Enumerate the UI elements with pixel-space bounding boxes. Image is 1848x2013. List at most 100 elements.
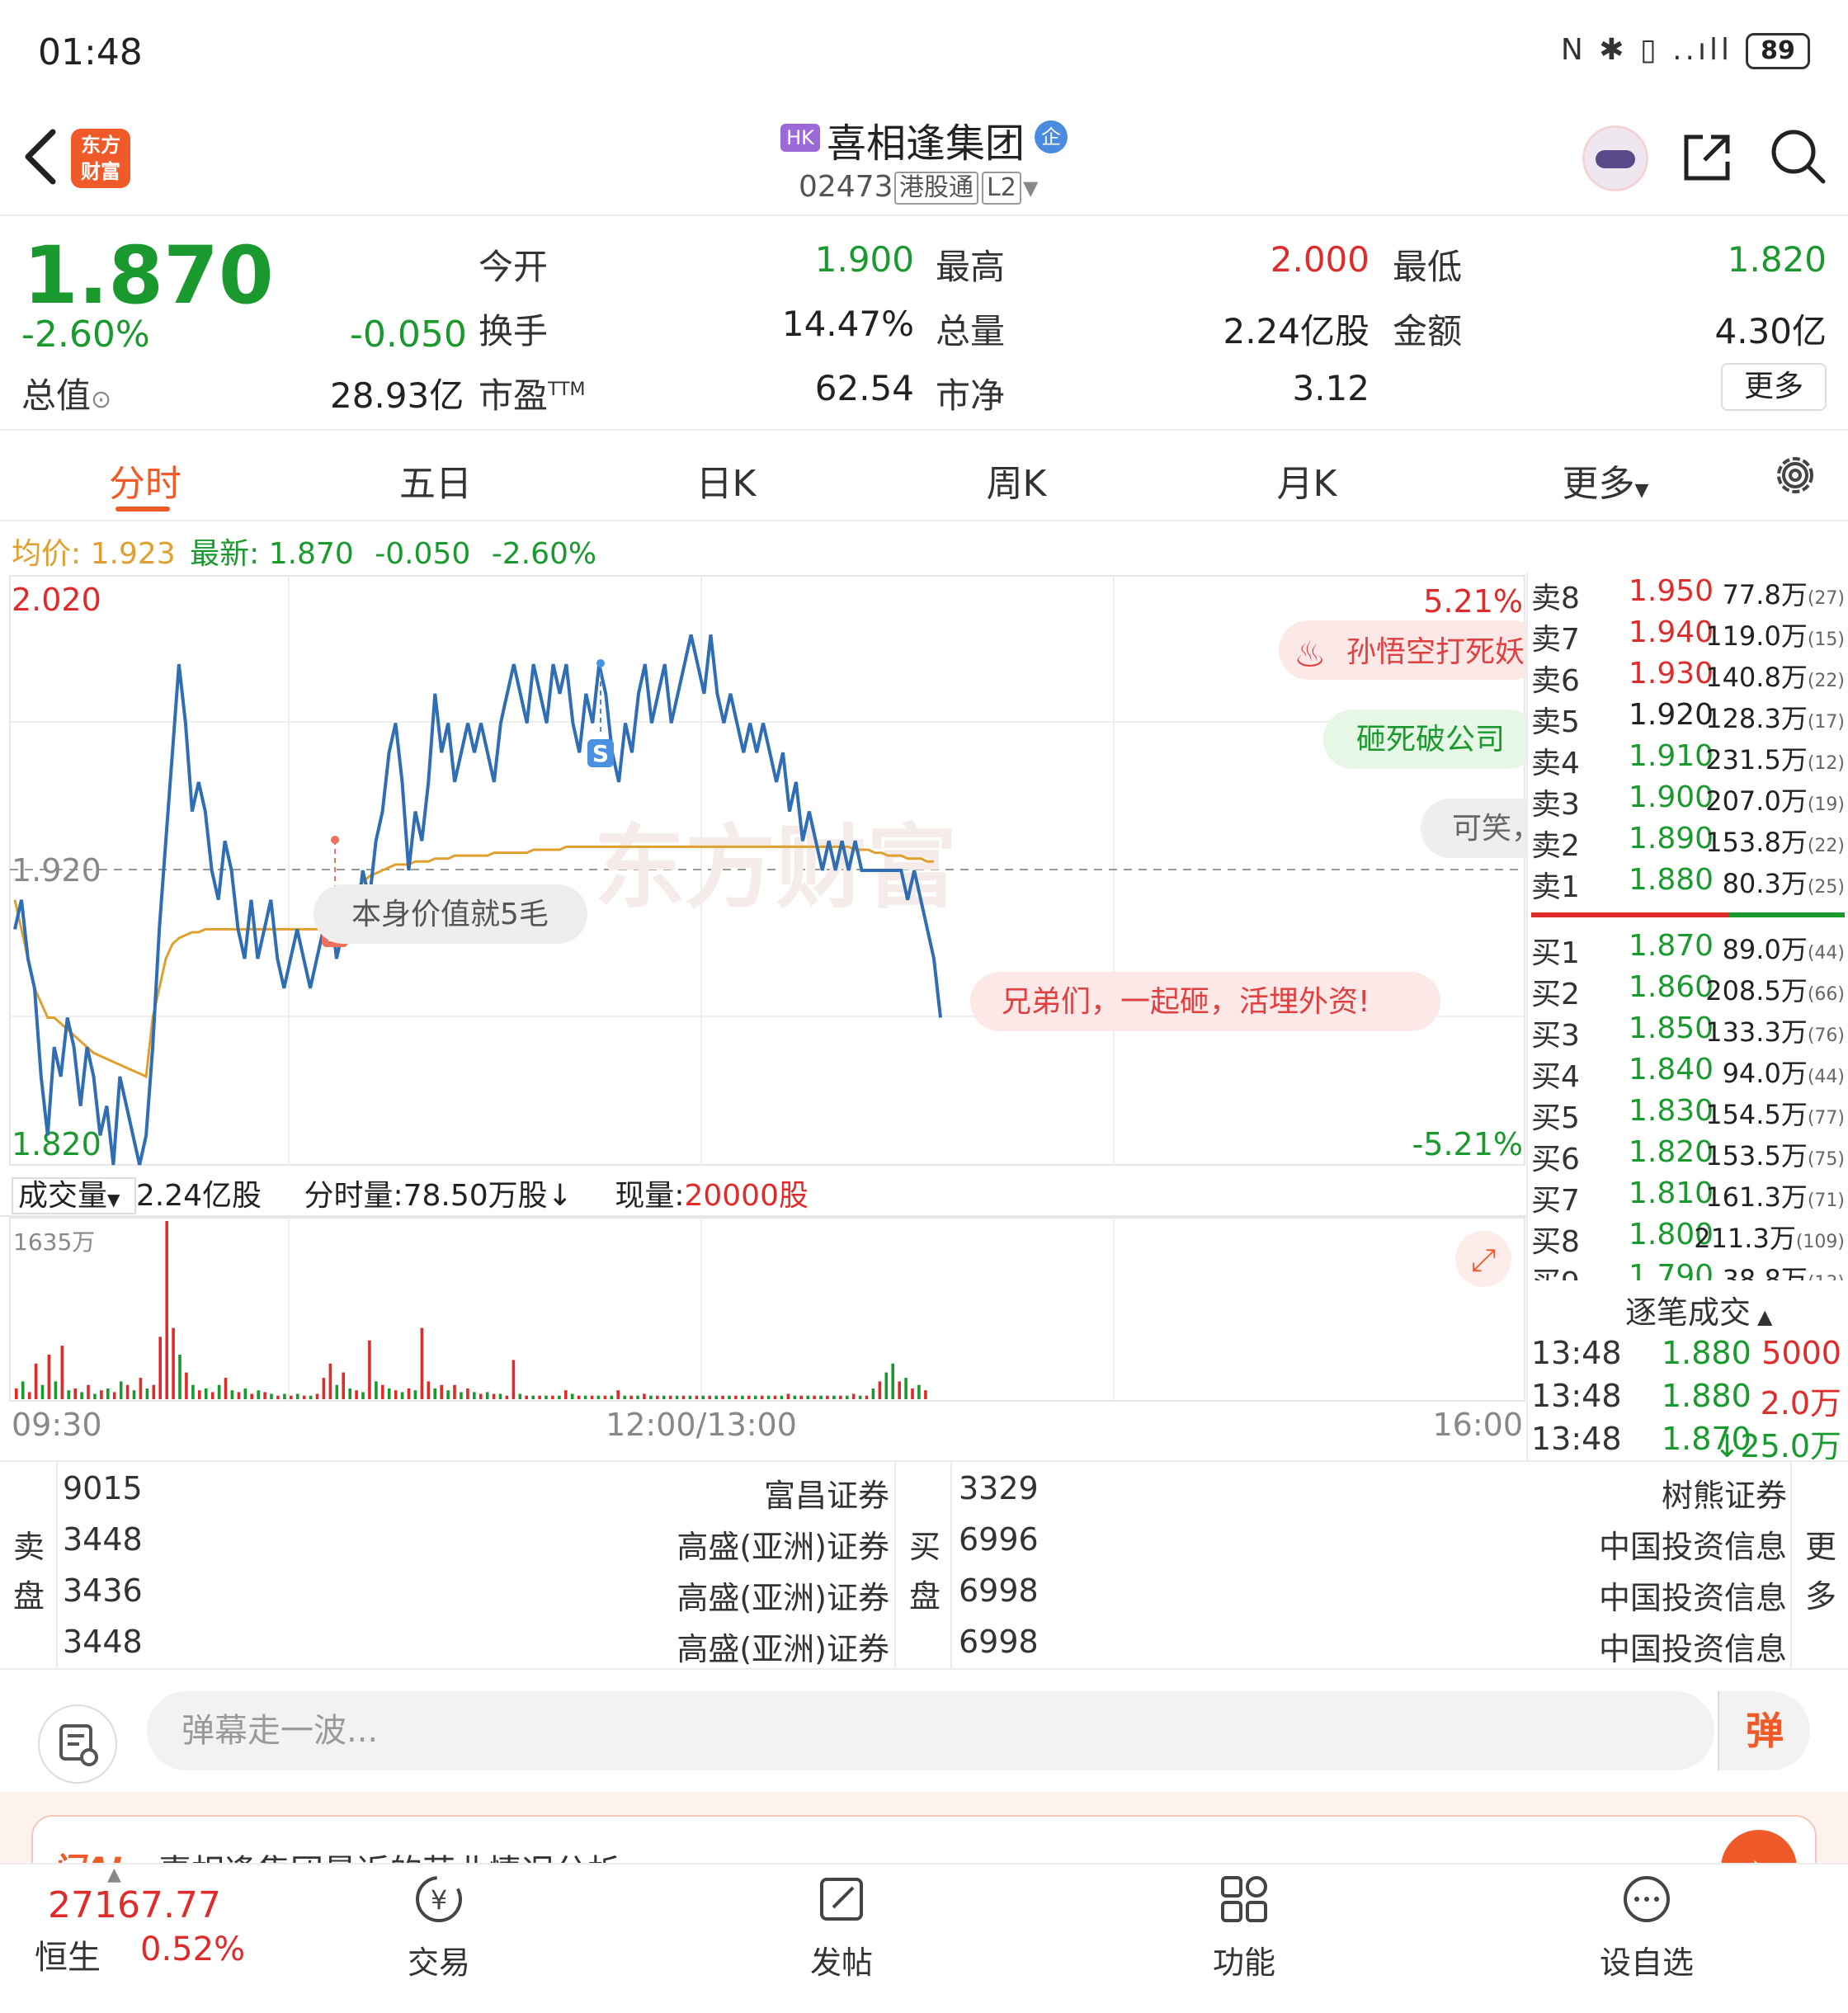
ob-volume: 89.0万(44) [1723, 929, 1845, 967]
bid-row[interactable]: 买7 1.810 161.3万(71) [1531, 1176, 1845, 1218]
volume-bar [741, 1395, 744, 1399]
volume-selector[interactable]: 成交量▼ [12, 1177, 136, 1214]
volume-bar [596, 1395, 601, 1399]
ob-price: 1.940 [1629, 615, 1714, 649]
bid-row[interactable]: 买3 1.850 133.3万(76) [1531, 1011, 1845, 1053]
sell-broker-name[interactable]: 高盛(亚洲)证券 [592, 1624, 889, 1669]
broker-more-label-2: 多 [1805, 1578, 1837, 1615]
ask-row[interactable]: 卖4 1.910 231.5万(12) [1531, 739, 1845, 780]
ob-order-count: (66) [1807, 984, 1845, 1005]
ob-price: 1.870 [1629, 929, 1714, 963]
ask-row[interactable]: 卖8 1.950 77.8万(27) [1531, 574, 1845, 615]
nav-functions[interactable]: 功能 [1178, 1873, 1310, 1982]
market-cap-label[interactable]: 总值⊙ [21, 368, 111, 418]
danmaku-text: 兄弟们，一起砸，活埋外资! [1002, 985, 1370, 1019]
buy-broker-name[interactable]: 中国投资信息 [1490, 1624, 1787, 1669]
tab-monthly-k[interactable]: 月K [1224, 454, 1389, 507]
volume-bar [210, 1392, 214, 1399]
ask-row[interactable]: 卖5 1.920 128.3万(17) [1531, 698, 1845, 739]
volume-bar [283, 1393, 286, 1399]
tick-row: 13:48 1.880 2.0万 [1531, 1378, 1845, 1421]
ob-level-label: 卖1 [1531, 870, 1580, 904]
tab-weekly-k[interactable]: 周K [934, 454, 1099, 507]
bid-row[interactable]: 买9 1.790 38.8万(13) [1531, 1259, 1845, 1280]
buy-broker-name[interactable]: 树熊证券 [1490, 1470, 1787, 1516]
bid-row[interactable]: 买4 1.840 94.0万(44) [1531, 1053, 1845, 1094]
app-logo[interactable]: 东方 财富 [71, 129, 130, 188]
bottom-nav [0, 1863, 1848, 2013]
ob-volume-value: 154.5万 [1705, 1099, 1808, 1130]
volume-bar [891, 1363, 894, 1399]
more-button[interactable]: 更多 [1721, 363, 1827, 411]
share-icon[interactable] [1680, 130, 1734, 185]
trade-icon: ¥ [416, 1876, 462, 1922]
buy-broker-name[interactable]: 中国投资信息 [1490, 1572, 1787, 1618]
volume-bar [243, 1388, 248, 1399]
buy-side-label-1: 买 [909, 1529, 941, 1565]
tab-more-label: 更多 [1562, 463, 1635, 505]
volume-bar [237, 1392, 241, 1399]
y-tick-mid: 1.920 [12, 852, 101, 889]
divider [0, 1668, 1848, 1670]
tick-trades-header[interactable]: 逐笔成交 ▲ [1625, 1287, 1772, 1332]
bid-row[interactable]: 买1 1.870 89.0万(44) [1531, 929, 1845, 970]
status-icons: N ✱ ▯ ..ıll [1560, 33, 1732, 67]
tab-daily-k[interactable]: 日K [644, 454, 808, 507]
volume-bar [904, 1378, 908, 1399]
sell-broker-name[interactable]: 高盛(亚洲)证券 [592, 1521, 889, 1567]
sell-broker-name[interactable]: 富昌证券 [592, 1470, 889, 1516]
info-icon[interactable]: ⊙ [91, 385, 111, 414]
danmaku-text: 孙悟空打死妖 [1346, 635, 1525, 669]
danmaku-input[interactable]: 弹幕走一波... [147, 1691, 1714, 1770]
market-cap-value: 28.93亿 [330, 375, 464, 416]
ask-row[interactable]: 卖3 1.900 207.0万(19) [1531, 780, 1845, 822]
ob-volume: 140.8万(22) [1705, 657, 1845, 695]
broker-more-button[interactable]: 更 多 [1792, 1462, 1848, 1668]
volume-bar [616, 1390, 620, 1399]
back-button[interactable] [20, 124, 69, 198]
intraday-chart[interactable]: 东方财富 2.020 1.920 1.820 5.21% -5.21% B S … [0, 569, 1526, 1444]
ask-row[interactable]: 卖6 1.930 140.8万(22) [1531, 657, 1845, 698]
volume-bar [551, 1395, 554, 1399]
ob-volume: 38.8万(13) [1723, 1259, 1845, 1280]
volume-bar [498, 1393, 502, 1399]
tab-more[interactable]: 更多▼ [1523, 454, 1688, 507]
index-value[interactable]: 27167.77 [48, 1884, 221, 1926]
ask-row[interactable]: 卖2 1.890 153.8万(22) [1531, 822, 1845, 863]
x-tick-open: 09:30 [12, 1407, 102, 1443]
divider [950, 1462, 952, 1668]
tab-intraday[interactable]: 分时 [63, 454, 228, 507]
expand-icon: ⤢ [1471, 1242, 1496, 1278]
nav-post[interactable]: 发帖 [776, 1873, 908, 1982]
ob-order-count: (22) [1807, 671, 1845, 691]
volume-value: 2.24亿股 [1223, 311, 1370, 351]
index-change-pct[interactable]: 0.52% [140, 1930, 245, 1968]
bid-row[interactable]: 买6 1.820 153.5万(75) [1531, 1135, 1845, 1176]
tab-five-day[interactable]: 五日 [353, 454, 518, 507]
sell-broker-name[interactable]: 高盛(亚洲)证券 [592, 1572, 889, 1618]
volume-bar [799, 1395, 803, 1399]
connect-tag: 港股通 [894, 172, 978, 205]
avatar-eyes-icon [1596, 150, 1635, 168]
ob-price: 1.860 [1629, 970, 1714, 1004]
volume-bar [446, 1390, 450, 1399]
volume-bar [80, 1392, 83, 1399]
nav-trade[interactable]: ¥ 交易 [373, 1873, 505, 1982]
ask-row[interactable]: 卖1 1.880 80.3万(25) [1531, 863, 1845, 904]
ask-row[interactable]: 卖7 1.940 119.0万(15) [1531, 615, 1845, 657]
ob-volume: 154.5万(77) [1705, 1094, 1845, 1132]
turnover-value: 14.47% [781, 304, 914, 344]
danmaku-settings-button[interactable] [38, 1704, 117, 1784]
search-icon[interactable] [1769, 127, 1827, 185]
index-name[interactable]: 恒生 [35, 1930, 101, 1978]
bid-row[interactable]: 买5 1.830 154.5万(77) [1531, 1094, 1845, 1135]
bid-row[interactable]: 买8 1.800 211.3万(109) [1531, 1218, 1845, 1259]
chevron-down-icon[interactable]: ▼ [1023, 177, 1038, 200]
buy-broker-name[interactable]: 中国投资信息 [1490, 1521, 1787, 1567]
ob-volume: 207.0万(19) [1705, 780, 1845, 818]
danmaku-send-button[interactable]: 弹 [1718, 1691, 1810, 1770]
nav-add-watchlist[interactable]: 设自选 [1581, 1873, 1713, 1982]
gear-icon[interactable] [1772, 452, 1818, 498]
volume-bar [295, 1393, 299, 1399]
bid-row[interactable]: 买2 1.860 208.5万(66) [1531, 970, 1845, 1011]
